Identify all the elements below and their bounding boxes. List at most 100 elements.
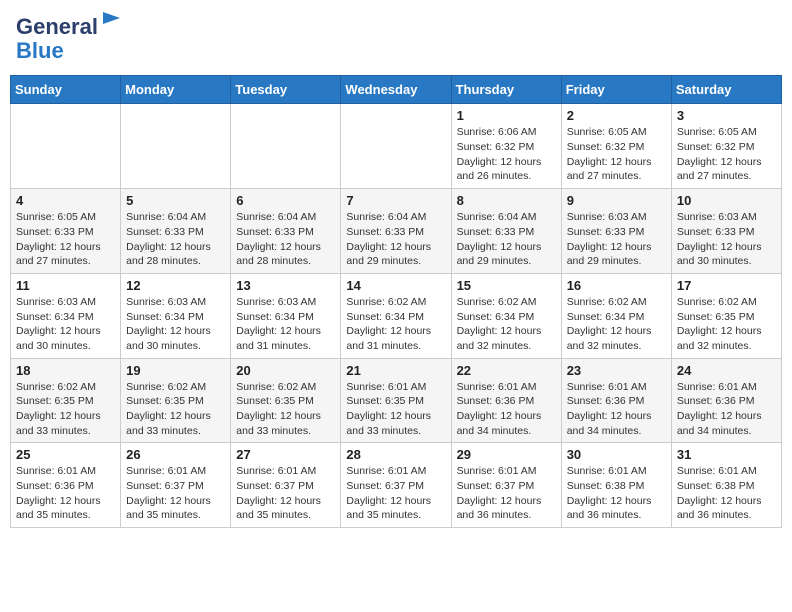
day-number: 31: [677, 447, 776, 462]
calendar-cell: 11Sunrise: 6:03 AM Sunset: 6:34 PM Dayli…: [11, 273, 121, 358]
calendar-week-2: 4 Sunrise: 6:05 AM Sunset: 6:33 PM Daylig…: [11, 189, 782, 274]
calendar-cell: 6 Sunrise: 6:04 AM Sunset: 6:33 PM Daylig…: [231, 189, 341, 274]
calendar-cell: 18 Sunrise: 6:02 AM Sunset: 6:35 PM Dayli…: [11, 358, 121, 443]
calendar-cell: 14 Sunrise: 6:02 AM Sunset: 6:34 PM Dayli…: [341, 273, 451, 358]
day-number: 22: [457, 363, 556, 378]
day-number: 28: [346, 447, 445, 462]
day-number: 5: [126, 193, 225, 208]
day-number: 21: [346, 363, 445, 378]
calendar-cell: [11, 104, 121, 189]
calendar-week-5: 25 Sunrise: 6:01 AM Sunset: 6:36 PM Dayli…: [11, 443, 782, 528]
weekday-saturday: Saturday: [671, 76, 781, 104]
page-header: General Blue: [10, 10, 782, 67]
calendar-cell: 13Sunrise: 6:03 AM Sunset: 6:34 PM Dayli…: [231, 273, 341, 358]
day-number: 6: [236, 193, 335, 208]
weekday-monday: Monday: [121, 76, 231, 104]
day-info: Sunrise: 6:01 AM Sunset: 6:37 PM Dayligh…: [457, 464, 556, 523]
calendar-cell: 24 Sunrise: 6:01 AM Sunset: 6:36 PM Dayli…: [671, 358, 781, 443]
day-info: Sunrise: 6:01 AM Sunset: 6:38 PM Dayligh…: [677, 464, 776, 523]
day-info: Sunrise: 6:03 AM Sunset: 6:33 PM Dayligh…: [677, 210, 776, 269]
day-number: 17: [677, 278, 776, 293]
weekday-tuesday: Tuesday: [231, 76, 341, 104]
day-info: Sunrise: 6:03 AM Sunset: 6:34 PM Dayligh…: [236, 295, 335, 354]
day-number: 18: [16, 363, 115, 378]
day-number: 4: [16, 193, 115, 208]
calendar-cell: 12 Sunrise: 6:03 AM Sunset: 6:34 PM Dayli…: [121, 273, 231, 358]
calendar-cell: 3Sunrise: 6:05 AM Sunset: 6:32 PM Daylig…: [671, 104, 781, 189]
day-info: Sunrise: 6:02 AM Sunset: 6:35 PM Dayligh…: [236, 380, 335, 439]
day-number: 14: [346, 278, 445, 293]
calendar-cell: 7 Sunrise: 6:04 AM Sunset: 6:33 PM Daylig…: [341, 189, 451, 274]
calendar-cell: 1Sunrise: 6:06 AM Sunset: 6:32 PM Daylig…: [451, 104, 561, 189]
day-number: 30: [567, 447, 666, 462]
logo-flag-icon: [100, 10, 124, 34]
day-info: Sunrise: 6:05 AM Sunset: 6:33 PM Dayligh…: [16, 210, 115, 269]
calendar-cell: [231, 104, 341, 189]
day-number: 9: [567, 193, 666, 208]
day-info: Sunrise: 6:02 AM Sunset: 6:34 PM Dayligh…: [567, 295, 666, 354]
day-info: Sunrise: 6:01 AM Sunset: 6:36 PM Dayligh…: [16, 464, 115, 523]
logo: General Blue: [16, 14, 124, 63]
calendar-week-1: 1Sunrise: 6:06 AM Sunset: 6:32 PM Daylig…: [11, 104, 782, 189]
calendar-cell: 27Sunrise: 6:01 AM Sunset: 6:37 PM Dayli…: [231, 443, 341, 528]
day-info: Sunrise: 6:03 AM Sunset: 6:34 PM Dayligh…: [16, 295, 115, 354]
calendar-week-3: 11Sunrise: 6:03 AM Sunset: 6:34 PM Dayli…: [11, 273, 782, 358]
day-number: 2: [567, 108, 666, 123]
day-info: Sunrise: 6:04 AM Sunset: 6:33 PM Dayligh…: [236, 210, 335, 269]
day-info: Sunrise: 6:06 AM Sunset: 6:32 PM Dayligh…: [457, 125, 556, 184]
calendar-cell: [341, 104, 451, 189]
calendar-cell: 26 Sunrise: 6:01 AM Sunset: 6:37 PM Dayli…: [121, 443, 231, 528]
calendar-cell: 8 Sunrise: 6:04 AM Sunset: 6:33 PM Daylig…: [451, 189, 561, 274]
calendar-cell: 21 Sunrise: 6:01 AM Sunset: 6:35 PM Dayli…: [341, 358, 451, 443]
day-info: Sunrise: 6:01 AM Sunset: 6:35 PM Dayligh…: [346, 380, 445, 439]
weekday-header-row: SundayMondayTuesdayWednesdayThursdayFrid…: [11, 76, 782, 104]
calendar-cell: 19Sunrise: 6:02 AM Sunset: 6:35 PM Dayli…: [121, 358, 231, 443]
day-number: 7: [346, 193, 445, 208]
day-info: Sunrise: 6:04 AM Sunset: 6:33 PM Dayligh…: [346, 210, 445, 269]
day-info: Sunrise: 6:02 AM Sunset: 6:34 PM Dayligh…: [346, 295, 445, 354]
calendar-cell: 16 Sunrise: 6:02 AM Sunset: 6:34 PM Dayli…: [561, 273, 671, 358]
calendar-body: 1Sunrise: 6:06 AM Sunset: 6:32 PM Daylig…: [11, 104, 782, 528]
day-number: 3: [677, 108, 776, 123]
calendar-cell: 9 Sunrise: 6:03 AM Sunset: 6:33 PM Daylig…: [561, 189, 671, 274]
day-number: 26: [126, 447, 225, 462]
weekday-wednesday: Wednesday: [341, 76, 451, 104]
day-info: Sunrise: 6:01 AM Sunset: 6:37 PM Dayligh…: [236, 464, 335, 523]
day-number: 25: [16, 447, 115, 462]
calendar-cell: 20Sunrise: 6:02 AM Sunset: 6:35 PM Dayli…: [231, 358, 341, 443]
day-number: 23: [567, 363, 666, 378]
day-info: Sunrise: 6:05 AM Sunset: 6:32 PM Dayligh…: [567, 125, 666, 184]
day-info: Sunrise: 6:01 AM Sunset: 6:36 PM Dayligh…: [457, 380, 556, 439]
calendar-cell: 5 Sunrise: 6:04 AM Sunset: 6:33 PM Daylig…: [121, 189, 231, 274]
day-info: Sunrise: 6:01 AM Sunset: 6:38 PM Dayligh…: [567, 464, 666, 523]
calendar-cell: 17 Sunrise: 6:02 AM Sunset: 6:35 PM Dayli…: [671, 273, 781, 358]
day-info: Sunrise: 6:01 AM Sunset: 6:36 PM Dayligh…: [567, 380, 666, 439]
day-info: Sunrise: 6:03 AM Sunset: 6:34 PM Dayligh…: [126, 295, 225, 354]
day-info: Sunrise: 6:03 AM Sunset: 6:33 PM Dayligh…: [567, 210, 666, 269]
day-number: 16: [567, 278, 666, 293]
day-info: Sunrise: 6:01 AM Sunset: 6:37 PM Dayligh…: [126, 464, 225, 523]
day-info: Sunrise: 6:04 AM Sunset: 6:33 PM Dayligh…: [126, 210, 225, 269]
calendar-cell: 30 Sunrise: 6:01 AM Sunset: 6:38 PM Dayli…: [561, 443, 671, 528]
day-info: Sunrise: 6:04 AM Sunset: 6:33 PM Dayligh…: [457, 210, 556, 269]
day-info: Sunrise: 6:02 AM Sunset: 6:35 PM Dayligh…: [16, 380, 115, 439]
day-info: Sunrise: 6:02 AM Sunset: 6:35 PM Dayligh…: [677, 295, 776, 354]
day-number: 10: [677, 193, 776, 208]
day-number: 29: [457, 447, 556, 462]
calendar-cell: [121, 104, 231, 189]
day-info: Sunrise: 6:02 AM Sunset: 6:34 PM Dayligh…: [457, 295, 556, 354]
day-info: Sunrise: 6:01 AM Sunset: 6:36 PM Dayligh…: [677, 380, 776, 439]
calendar-cell: 31 Sunrise: 6:01 AM Sunset: 6:38 PM Dayli…: [671, 443, 781, 528]
calendar-cell: 23 Sunrise: 6:01 AM Sunset: 6:36 PM Dayli…: [561, 358, 671, 443]
weekday-sunday: Sunday: [11, 76, 121, 104]
calendar-cell: 28 Sunrise: 6:01 AM Sunset: 6:37 PM Dayli…: [341, 443, 451, 528]
logo-general-text: General: [16, 14, 98, 39]
day-number: 12: [126, 278, 225, 293]
calendar-cell: 15Sunrise: 6:02 AM Sunset: 6:34 PM Dayli…: [451, 273, 561, 358]
weekday-thursday: Thursday: [451, 76, 561, 104]
day-number: 24: [677, 363, 776, 378]
day-info: Sunrise: 6:01 AM Sunset: 6:37 PM Dayligh…: [346, 464, 445, 523]
weekday-friday: Friday: [561, 76, 671, 104]
day-number: 8: [457, 193, 556, 208]
calendar-cell: 2 Sunrise: 6:05 AM Sunset: 6:32 PM Daylig…: [561, 104, 671, 189]
